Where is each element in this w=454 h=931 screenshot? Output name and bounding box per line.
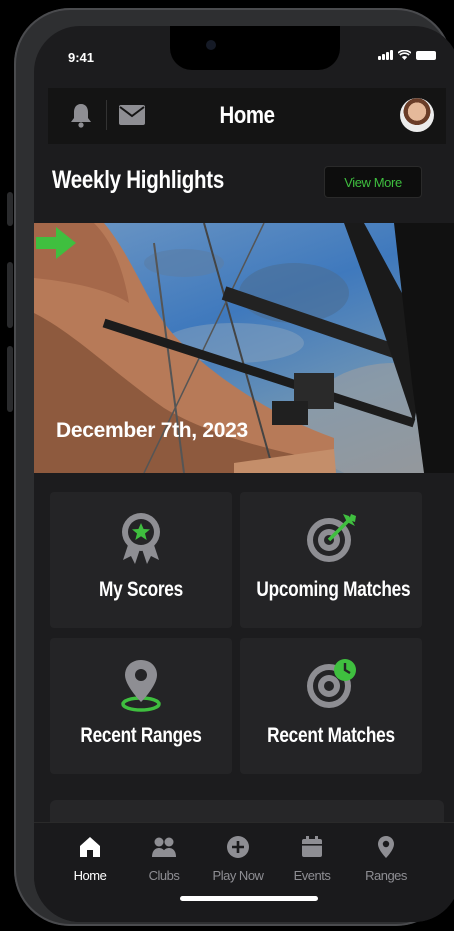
home-icon xyxy=(80,837,100,857)
calendar-icon xyxy=(302,836,322,857)
tab-events[interactable]: Events xyxy=(274,835,350,883)
section-title: Weekly Highlights xyxy=(52,166,225,194)
tile-recent-matches[interactable]: Recent Matches xyxy=(240,638,422,774)
page-title: Home xyxy=(219,102,275,129)
tab-label: Ranges xyxy=(365,868,407,883)
avatar[interactable] xyxy=(400,98,434,132)
target-clock-icon xyxy=(307,659,356,708)
plus-circle-icon xyxy=(227,836,249,858)
tab-label: Events xyxy=(293,868,331,883)
home-indicator xyxy=(180,896,318,901)
tile-label: My Scores xyxy=(99,578,183,601)
signal-icon xyxy=(378,50,393,60)
award-badge-icon xyxy=(122,513,160,564)
highlight-banner[interactable]: December 7th, 2023 xyxy=(34,223,454,473)
tab-label: Clubs xyxy=(148,868,180,883)
tab-ranges[interactable]: Ranges xyxy=(348,835,424,883)
tile-recent-ranges[interactable]: Recent Ranges xyxy=(50,638,232,774)
wifi-icon xyxy=(398,50,411,60)
notch xyxy=(170,26,340,70)
volume-down-button xyxy=(7,346,13,412)
tile-label: Recent Matches xyxy=(267,724,395,747)
people-icon xyxy=(152,837,176,857)
tab-home[interactable]: Home xyxy=(52,835,128,883)
screen: 9:41 Home Weekly Highlights View More De… xyxy=(34,26,454,922)
highlight-date: December 7th, 2023 xyxy=(56,419,248,442)
tab-label: Play Now xyxy=(212,868,264,883)
app-header: Home xyxy=(48,88,446,144)
tile-label: Upcoming Matches xyxy=(256,578,411,601)
tab-clubs[interactable]: Clubs xyxy=(126,835,202,883)
tile-upcoming-matches[interactable]: Upcoming Matches xyxy=(240,492,422,628)
view-more-button[interactable]: View More xyxy=(324,166,422,198)
mute-switch xyxy=(7,192,13,226)
map-pin-icon xyxy=(378,836,394,858)
target-arrow-icon xyxy=(307,514,356,562)
status-icons xyxy=(378,50,436,60)
tile-label: Recent Ranges xyxy=(80,724,202,747)
tab-bar: Home Clubs Play Now Events Ranges xyxy=(34,822,454,922)
volume-up-button xyxy=(7,262,13,328)
status-time: 9:41 xyxy=(68,50,95,65)
battery-icon xyxy=(416,51,436,60)
arrow-right-icon[interactable] xyxy=(34,223,78,263)
tab-label: Home xyxy=(73,868,107,883)
camera xyxy=(206,40,216,50)
tile-my-scores[interactable]: My Scores xyxy=(50,492,232,628)
phone-frame: 9:41 Home Weekly Highlights View More De… xyxy=(14,8,454,926)
location-pin-icon xyxy=(121,660,161,712)
tab-play-now[interactable]: Play Now xyxy=(200,835,276,883)
